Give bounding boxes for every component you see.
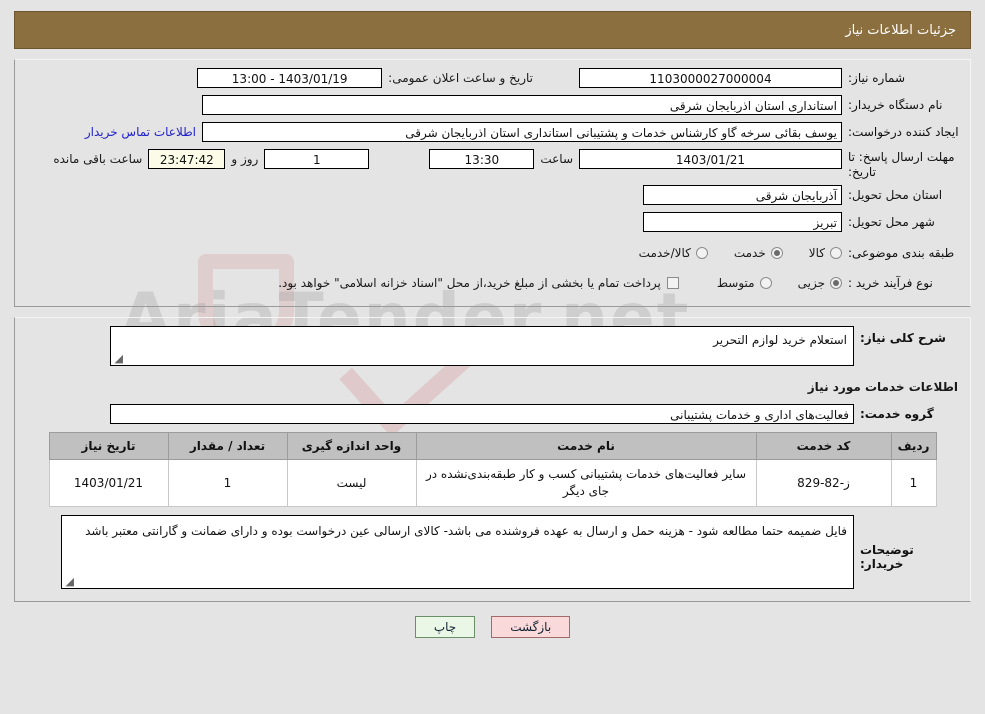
column-header-row: ردیف: [890, 432, 937, 460]
purchase-process-row: نوع فرآیند خرید : جزیی متوسط پرداخت تمام…: [25, 272, 960, 294]
services-table: ردیف کد خدمت نام خدمت واحد اندازه گیری ت…: [48, 432, 937, 507]
column-header-service-name: نام خدمت: [415, 432, 757, 460]
need-number-row: شماره نیاز: 1103000027000004 تاریخ و ساع…: [25, 68, 960, 90]
page-header: جزئیات اطلاعات نیاز: [14, 11, 971, 49]
requester-row: ایجاد کننده درخواست: یوسف بقائی سرخه گاو…: [25, 122, 960, 144]
deadline-time-field: 13:30: [429, 149, 535, 169]
radio-kala-icon[interactable]: [830, 247, 842, 259]
process-option-motavaset[interactable]: متوسط: [717, 276, 772, 290]
announcement-datetime-field: 1403/01/19 - 13:00: [197, 68, 383, 88]
resize-grip-icon[interactable]: ◢: [64, 576, 74, 587]
subject-category-row: طبقه بندی موضوعی: کالا خدمت کالا/خدمت: [25, 242, 960, 264]
buyer-notes-row: توضیحات خریدار: فایل ضمیمه حتما مطالعه ش…: [25, 515, 960, 589]
category-option-khedmat[interactable]: خدمت: [734, 246, 783, 260]
countdown-field: 23:47:42: [148, 149, 226, 169]
table-row: 1 ز-82-829 سایر فعالیت‌های خدمات پشتیبان…: [48, 459, 937, 507]
process-option-motavaset-label: متوسط: [716, 276, 755, 290]
delivery-city-field: تبریز: [643, 212, 842, 232]
treasury-checkbox[interactable]: [666, 277, 679, 289]
need-detail-panel: شرح کلی نیاز: استعلام خرید لوازم التحریر…: [14, 317, 971, 602]
service-group-row: گروه خدمت: فعالیت‌های اداری و خدمات پشتی…: [25, 404, 960, 426]
radio-motavaset-icon[interactable]: [759, 277, 772, 289]
column-header-quantity: تعداد / مقدار: [167, 432, 288, 460]
page-title: جزئیات اطلاعات نیاز: [845, 22, 956, 38]
subject-category-label: طبقه بندی موضوعی:: [848, 246, 955, 260]
requester-label: ایجاد کننده درخواست:: [848, 125, 959, 139]
buyer-org-row: نام دستگاه خریدار: استانداری استان اذربا…: [25, 95, 960, 117]
announcement-label: تاریخ و ساعت اعلان عمومی:: [388, 71, 533, 85]
need-info-panel: شماره نیاز: 1103000027000004 تاریخ و ساع…: [14, 59, 971, 307]
resize-grip-icon[interactable]: ◢: [113, 353, 123, 364]
deadline-row: مهلت ارسال پاسخ: تا تاریخ: 1403/01/21 سا…: [25, 149, 960, 180]
service-group-field: فعالیت‌های اداری و خدمات پشتیبانی: [110, 404, 854, 424]
general-description-label: شرح کلی نیاز:: [860, 331, 946, 345]
cell-need-date: 1403/01/21: [48, 459, 169, 507]
cell-service-name: سایر فعالیت‌های خدمات پشتیبانی کسب و کار…: [415, 459, 757, 507]
back-button[interactable]: بازگشت: [491, 616, 571, 638]
general-description-value: استعلام خرید لوازم التحریر: [713, 333, 847, 347]
page-root: جزئیات اطلاعات نیاز شماره نیاز: 11030000…: [0, 11, 985, 638]
delivery-province-label: استان محل تحویل:: [848, 188, 943, 202]
hour-label: ساعت: [540, 152, 573, 166]
deadline-label: مهلت ارسال پاسخ: تا تاریخ:: [848, 150, 955, 179]
buyer-contact-link[interactable]: اطلاعات تماس خریدار: [81, 122, 202, 139]
column-header-need-date: تاریخ نیاز: [48, 432, 169, 460]
delivery-province-row: استان محل تحویل: آذربایجان شرقی: [25, 185, 960, 207]
category-option-khedmat-label: خدمت: [733, 246, 766, 260]
buyer-org-label: نام دستگاه خریدار:: [848, 98, 943, 112]
print-button[interactable]: چاپ: [414, 616, 476, 638]
cell-unit: لیست: [286, 459, 417, 507]
category-option-kala-khedmat[interactable]: کالا/خدمت: [639, 246, 708, 260]
general-description-textarea[interactable]: استعلام خرید لوازم التحریر ◢: [110, 326, 854, 366]
column-header-unit: واحد اندازه گیری: [286, 432, 417, 460]
delivery-province-field: آذربایجان شرقی: [643, 185, 842, 205]
treasury-bonds-option[interactable]: پرداخت تمام یا بخشی از مبلغ خرید،از محل …: [278, 276, 679, 290]
process-option-jozi-label: جزیی: [797, 276, 825, 290]
cell-quantity: 1: [167, 459, 288, 507]
need-number-label: شماره نیاز:: [848, 71, 905, 85]
days-label: روز و: [231, 152, 259, 166]
process-option-jozi[interactable]: جزیی: [798, 276, 842, 290]
general-description-row: شرح کلی نیاز: استعلام خرید لوازم التحریر…: [25, 326, 960, 366]
service-group-label: گروه خدمت:: [860, 407, 934, 421]
remaining-hours-label: ساعت باقی مانده: [53, 152, 143, 166]
radio-khedmat-icon[interactable]: [770, 247, 783, 259]
table-header-row: ردیف کد خدمت نام خدمت واحد اندازه گیری ت…: [48, 432, 937, 460]
category-option-kala-khedmat-label: کالا/خدمت: [638, 246, 691, 260]
radio-jozi-icon[interactable]: [830, 277, 842, 289]
cell-row: 1: [890, 459, 937, 507]
remaining-days-field: 1: [264, 149, 370, 169]
requester-field: یوسف بقائی سرخه گاو کارشناس خدمات و پشتی…: [202, 122, 842, 142]
deadline-date-field: 1403/01/21: [579, 149, 842, 169]
cell-service-code: ز-82-829: [755, 459, 892, 507]
buyer-notes-value: فایل ضمیمه حتما مطالعه شود - هزینه حمل و…: [85, 524, 847, 538]
delivery-city-row: شهر محل تحویل: تبریز: [25, 212, 960, 234]
radio-kala-khedmat-icon[interactable]: [695, 247, 708, 259]
action-button-bar: بازگشت چاپ: [0, 616, 985, 638]
buyer-notes-textarea[interactable]: فایل ضمیمه حتما مطالعه شود - هزینه حمل و…: [61, 515, 854, 589]
delivery-city-label: شهر محل تحویل:: [848, 215, 935, 229]
category-option-kala[interactable]: کالا: [809, 246, 842, 260]
need-number-field: 1103000027000004: [579, 68, 842, 88]
category-option-kala-label: کالا: [808, 246, 825, 260]
column-header-service-code: کد خدمت: [755, 432, 892, 460]
buyer-notes-label: توضیحات خریدار:: [860, 543, 914, 571]
buyer-org-field: استانداری استان اذربایجان شرقی: [202, 95, 842, 115]
purchase-process-label: نوع فرآیند خرید :: [848, 276, 933, 290]
services-section-title: اطلاعات خدمات مورد نیاز: [807, 380, 958, 394]
treasury-bonds-text: پرداخت تمام یا بخشی از مبلغ خرید،از محل …: [278, 276, 661, 290]
